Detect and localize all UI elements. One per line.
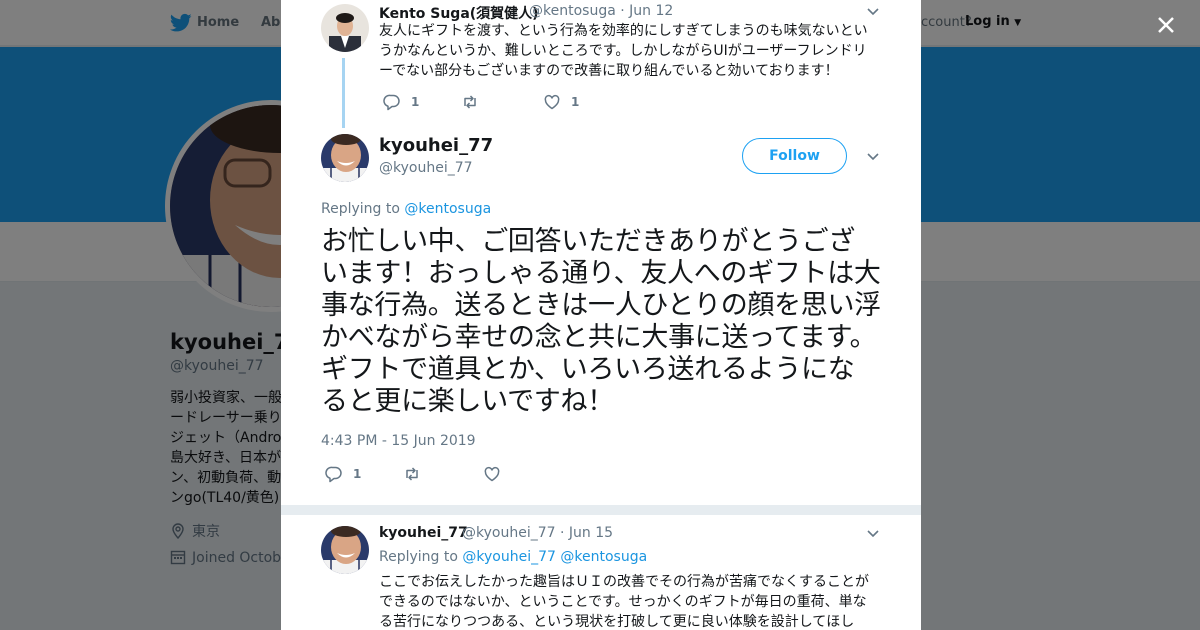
parent-tweet-text: 友人にギフトを渡す、という行為を効率的にしすぎてしまうのも味気ないというかなんと… [379, 23, 868, 79]
reply-count: 1 [353, 467, 362, 481]
chevron-down-icon[interactable] [866, 5, 880, 19]
reply-button[interactable]: 1 [325, 465, 403, 483]
reply-avatar-image [321, 526, 369, 574]
main-avatar-image [321, 134, 369, 182]
main-tweet-avatar[interactable] [321, 134, 369, 182]
reply-tweet-date[interactable]: · Jun 15 [560, 525, 613, 541]
like-button[interactable]: 1 [543, 93, 579, 111]
replying-to-link[interactable]: @kyouhei_77 [462, 549, 556, 565]
like-count: 1 [571, 95, 580, 109]
replying-prefix: Replying to [379, 549, 458, 565]
main-tweet-replying-to: Replying to @kentosuga [321, 201, 491, 217]
parent-tweet-handle[interactable]: @kentosuga [529, 3, 616, 19]
retweet-button[interactable] [461, 93, 543, 111]
tweet-modal: Kento Suga(須賀健人) @kentosuga · Jun 12 友人に… [281, 0, 921, 630]
replies-divider [281, 505, 921, 515]
parent-tweet-actions: 1 1 [383, 93, 579, 111]
chevron-down-icon[interactable] [866, 150, 880, 164]
main-tweet-handle[interactable]: @kyouhei_77 [379, 160, 473, 176]
main-tweet-text: お忙しい中、ご回答いただきありがとうございます！おっしゃる通り、友人へのギフトは… [321, 226, 881, 417]
main-tweet-actions: 1 [325, 465, 511, 483]
reply-tweet-name[interactable]: kyouhei_77 [379, 525, 468, 541]
reply-icon [325, 466, 342, 483]
parent-tweet-date[interactable]: · Jun 12 [620, 3, 673, 19]
replying-prefix: Replying to [321, 201, 400, 217]
retweet-button[interactable] [403, 465, 483, 483]
parent-tweet-name[interactable]: Kento Suga(須賀健人) [379, 3, 539, 23]
reply-tweet-text: ここでお伝えしたかった趣旨はＵＩの改善でその行為が苦痛でなくすることができるので… [379, 574, 869, 630]
parent-tweet-avatar[interactable] [321, 4, 369, 52]
reply-icon [383, 94, 400, 111]
thread-connector-line [342, 58, 345, 128]
retweet-icon [406, 467, 418, 481]
reply-count: 1 [411, 95, 420, 109]
follow-button[interactable]: Follow [742, 138, 847, 174]
replying-to-link[interactable]: @kentosuga [404, 201, 491, 217]
parent-tweet-meta: @kentosuga · Jun 12 [529, 3, 673, 19]
like-button[interactable] [483, 465, 511, 483]
like-icon [484, 466, 500, 482]
like-icon [544, 94, 560, 110]
reply-tweet-replying-to: Replying to @kyouhei_77 @kentosuga [379, 549, 647, 565]
reply-button[interactable]: 1 [383, 93, 461, 111]
chevron-down-icon[interactable] [866, 527, 880, 541]
parent-avatar-image [321, 4, 369, 52]
reply-tweet-avatar[interactable] [321, 526, 369, 574]
replying-to-link[interactable]: @kentosuga [560, 549, 647, 565]
main-tweet-timestamp[interactable]: 4:43 PM - 15 Jun 2019 [321, 433, 476, 449]
reply-tweet-handle[interactable]: @kyouhei_77 [462, 525, 556, 541]
close-icon[interactable] [1152, 11, 1180, 39]
main-tweet-name[interactable]: kyouhei_77 [379, 135, 493, 156]
reply-tweet-meta: @kyouhei_77 · Jun 15 [462, 525, 613, 541]
retweet-icon [464, 95, 476, 109]
